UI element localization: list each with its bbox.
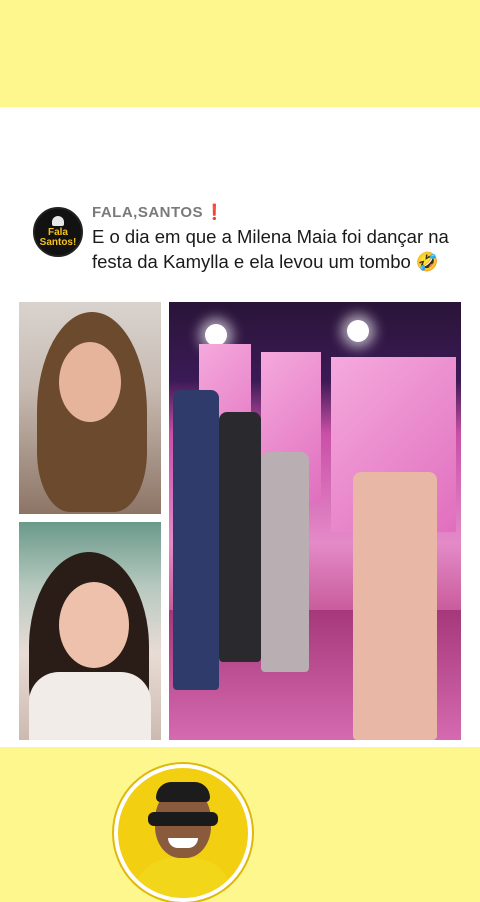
man-figure: [173, 390, 219, 690]
shirt-shape: [29, 672, 151, 740]
hair-shape: [156, 782, 210, 802]
photo-party-stage: [169, 302, 461, 740]
post-caption: E o dia em que a Milena Maia foi dançar …: [92, 226, 449, 272]
creator-badge: [114, 764, 252, 902]
account-handle[interactable]: FALA,SANTOS ❗: [92, 203, 224, 221]
post-card: Fala Santos! FALA,SANTOS ❗ E o dia em que…: [0, 107, 480, 902]
media-collage[interactable]: [19, 302, 461, 902]
hoodie-shape: [133, 858, 233, 898]
dancer-figure: [353, 472, 437, 740]
avatar-text-line2: Santos!: [39, 237, 77, 248]
photo-woman-top: [19, 302, 161, 514]
man-figure: [261, 452, 309, 672]
stage-light-icon: [347, 320, 369, 342]
person-icon: [52, 216, 64, 226]
sunglasses-icon: [148, 812, 218, 826]
man-figure: [219, 412, 261, 662]
handle-text: FALA,SANTOS: [92, 204, 204, 221]
face-shape: [59, 342, 121, 422]
profile-avatar[interactable]: Fala Santos!: [33, 207, 83, 257]
stage-light-icon: [205, 324, 227, 346]
exclamation-icon: ❗: [205, 204, 225, 221]
face-shape: [59, 582, 129, 668]
photo-woman-bottom: [19, 522, 161, 740]
